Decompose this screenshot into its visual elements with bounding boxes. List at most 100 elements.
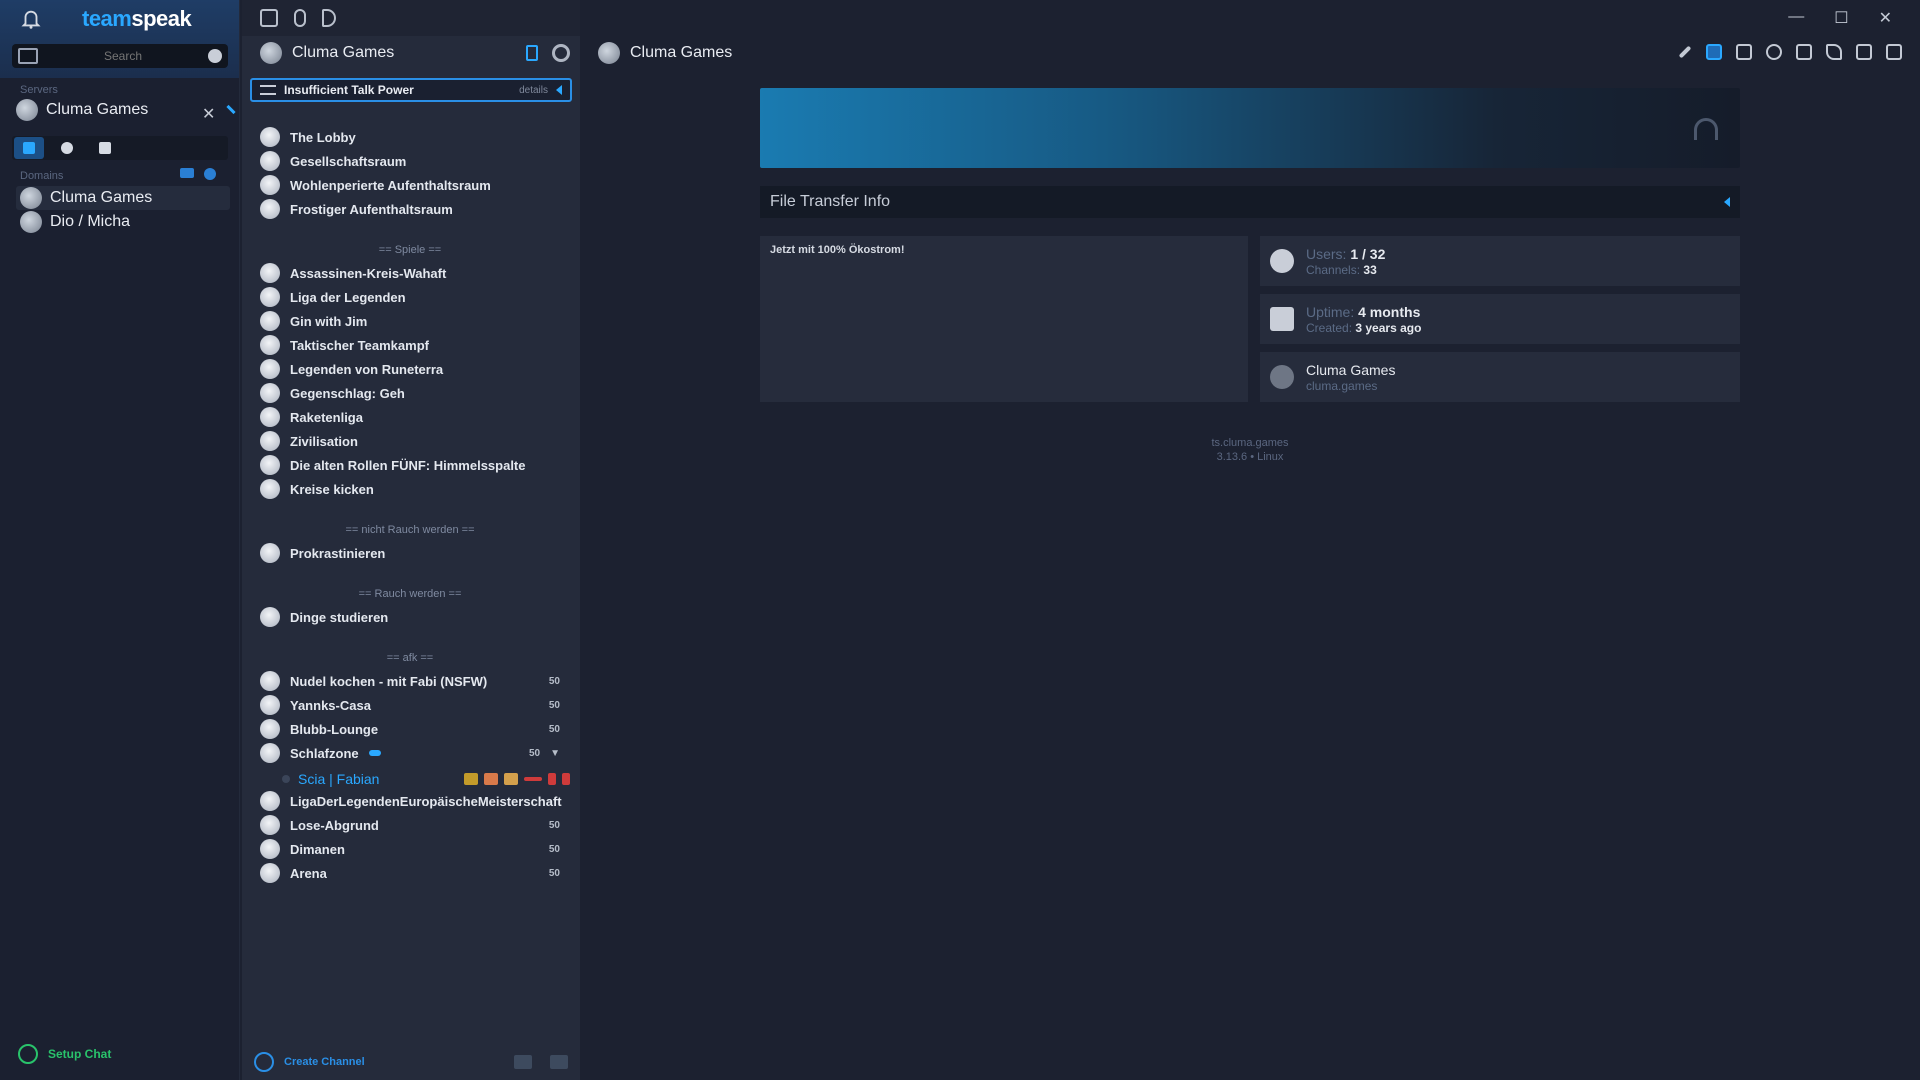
edit-icon[interactable] — [226, 104, 236, 115]
channel-item[interactable]: Gesellschaftsraum — [260, 150, 560, 172]
close-icon[interactable]: ✕ — [1879, 8, 1892, 28]
tab-contacts[interactable] — [52, 137, 82, 159]
channel-item[interactable]: Lose-Abgrund 50 — [260, 814, 560, 836]
create-channel-button[interactable]: Create Channel — [284, 1056, 365, 1068]
channel-item[interactable]: Liga der Legenden — [260, 286, 560, 308]
bookmark-icon[interactable] — [1706, 44, 1722, 60]
image-icon[interactable] — [1886, 44, 1902, 60]
channel-name: Die alten Rollen FÜNF: Himmelsspalte — [290, 457, 526, 473]
client-name: Scia | Fabian — [298, 771, 380, 787]
channel-icon — [260, 791, 280, 811]
channel-item[interactable]: Dimanen 50 — [260, 838, 560, 860]
server-icon — [20, 211, 42, 233]
channel-name: Liga der Legenden — [290, 289, 406, 305]
server-list-icon — [23, 142, 35, 154]
settings-icon[interactable] — [208, 49, 222, 63]
channel-icon — [260, 863, 280, 883]
permissions-icon[interactable] — [1736, 44, 1752, 60]
window-icon[interactable] — [260, 9, 278, 27]
add-channel-icon[interactable] — [254, 1052, 274, 1072]
spacer-channel[interactable]: == Rauch werden == — [260, 588, 560, 600]
domain-item-label: Dio / Micha — [50, 213, 131, 230]
channel-item[interactable]: Frostiger Aufenthaltsraum — [260, 198, 560, 220]
channel-item[interactable]: The Lobby — [260, 126, 560, 148]
setup-chat-button[interactable]: Setup Chat — [18, 1044, 111, 1064]
volume-meter-icon[interactable] — [514, 1055, 532, 1069]
channel-tree-panel: Cluma Games Insufficient Talk Power deta… — [242, 0, 580, 1080]
spacer-channel[interactable]: == nicht Rauch werden == — [260, 524, 560, 536]
channel-item[interactable]: Die alten Rollen FÜNF: Himmelsspalte — [260, 454, 560, 476]
chevron-down-icon[interactable]: ▼ — [550, 748, 560, 759]
channel-item[interactable]: Wohlenperierte Aufenthaltsraum — [260, 174, 560, 196]
channel-icon — [260, 815, 280, 835]
channel-name: Lose-Abgrund — [290, 817, 379, 833]
bookmark-icon[interactable] — [526, 45, 538, 61]
channel-item[interactable]: Raketenliga — [260, 406, 560, 428]
channel-item[interactable]: Arena 50 — [260, 862, 560, 884]
domain-item[interactable]: Cluma Games — [16, 186, 230, 210]
tab-chats[interactable] — [90, 137, 120, 159]
stat-users-card: Users: 1 / 32 Channels: 33 — [1260, 236, 1740, 286]
file-transfer-bar[interactable]: File Transfer Info — [760, 186, 1740, 218]
channel-item[interactable]: Blubb-Lounge 50 — [260, 718, 560, 740]
channel-item[interactable]: Schlafzone 50 ▼ — [260, 742, 560, 764]
page-title: Cluma Games — [630, 44, 733, 61]
channel-item[interactable]: Gegenschlag: Geh — [260, 382, 560, 404]
client-item[interactable]: Scia | Fabian — [282, 768, 570, 790]
list-options-icon[interactable] — [550, 1055, 568, 1069]
tab-servers[interactable] — [14, 137, 44, 159]
bell-icon[interactable] — [20, 8, 42, 30]
server-banner — [760, 88, 1740, 168]
active-server-name: Cluma Games — [46, 101, 149, 118]
channel-item[interactable]: Assassinen-Kreis-Wahaft — [260, 262, 560, 284]
channel-icon — [260, 743, 280, 763]
chat-icon[interactable] — [1796, 44, 1812, 60]
channel-icon — [260, 175, 280, 195]
channel-max-clients: 50 — [528, 747, 541, 759]
pencil-icon[interactable] — [1678, 45, 1692, 59]
disconnect-icon[interactable]: ✕ — [202, 104, 215, 124]
headset-icon — [1694, 118, 1718, 140]
channel-item[interactable]: Taktischer Teamkampf — [260, 334, 560, 356]
channel-name: Assassinen-Kreis-Wahaft — [290, 265, 447, 281]
channel-name: Prokrastinieren — [290, 545, 386, 561]
speaker-icon[interactable] — [322, 9, 336, 27]
channel-item[interactable]: Dinge studieren — [260, 606, 560, 628]
minimize-icon[interactable]: — — [1788, 8, 1804, 28]
maximize-icon[interactable]: ☐ — [1834, 8, 1848, 28]
notice-details-link[interactable]: details — [519, 85, 548, 96]
channel-name: Dinge studieren — [290, 609, 389, 625]
domain-item[interactable]: Dio / Micha — [16, 210, 230, 234]
microphone-icon[interactable] — [294, 9, 306, 27]
user-icon — [1270, 249, 1294, 273]
folder-add-icon[interactable] — [180, 168, 194, 178]
channel-item[interactable]: Gin with Jim — [260, 310, 560, 332]
channel-item[interactable]: Legenden von Runeterra — [260, 358, 560, 380]
rocket-icon[interactable] — [1766, 44, 1782, 60]
channel-name: Yannks-Casa — [290, 697, 371, 713]
channel-item[interactable]: Kreise kicken — [260, 478, 560, 500]
talk-power-notice[interactable]: Insufficient Talk Power details — [250, 78, 572, 102]
badge-icon — [504, 773, 518, 785]
search-input[interactable] — [38, 49, 208, 63]
list-icon[interactable] — [1856, 44, 1872, 60]
gear-icon[interactable] — [552, 44, 570, 62]
chevron-left-icon[interactable] — [556, 85, 562, 95]
channel-item[interactable]: Zivilisation — [260, 430, 560, 452]
window-controls: — ☐ ✕ — [1788, 8, 1892, 28]
spacer-channel[interactable]: == Spiele == — [260, 244, 560, 256]
channel-item[interactable]: Yannks-Casa 50 — [260, 694, 560, 716]
chevron-left-icon[interactable] — [1724, 197, 1730, 207]
add-icon[interactable] — [204, 168, 216, 180]
channel-name: Nudel kochen - mit Fabi (NSFW) — [290, 673, 488, 689]
stat-uptime-card: Uptime: 4 months Created: 3 years ago — [1260, 294, 1740, 344]
channel-item[interactable]: LigaDerLegendenEuropäischeMeisterschaft — [260, 790, 562, 812]
channel-icon — [260, 199, 280, 219]
active-server-item[interactable]: Cluma Games — [16, 98, 226, 122]
channel-icon — [260, 127, 280, 147]
spacer-channel[interactable]: == afk == — [260, 652, 560, 664]
wrench-icon[interactable] — [1826, 44, 1842, 60]
bookmark-list-icon[interactable] — [18, 48, 38, 64]
channel-item[interactable]: Nudel kochen - mit Fabi (NSFW) 50 — [260, 670, 560, 692]
channel-item[interactable]: Prokrastinieren — [260, 542, 560, 564]
